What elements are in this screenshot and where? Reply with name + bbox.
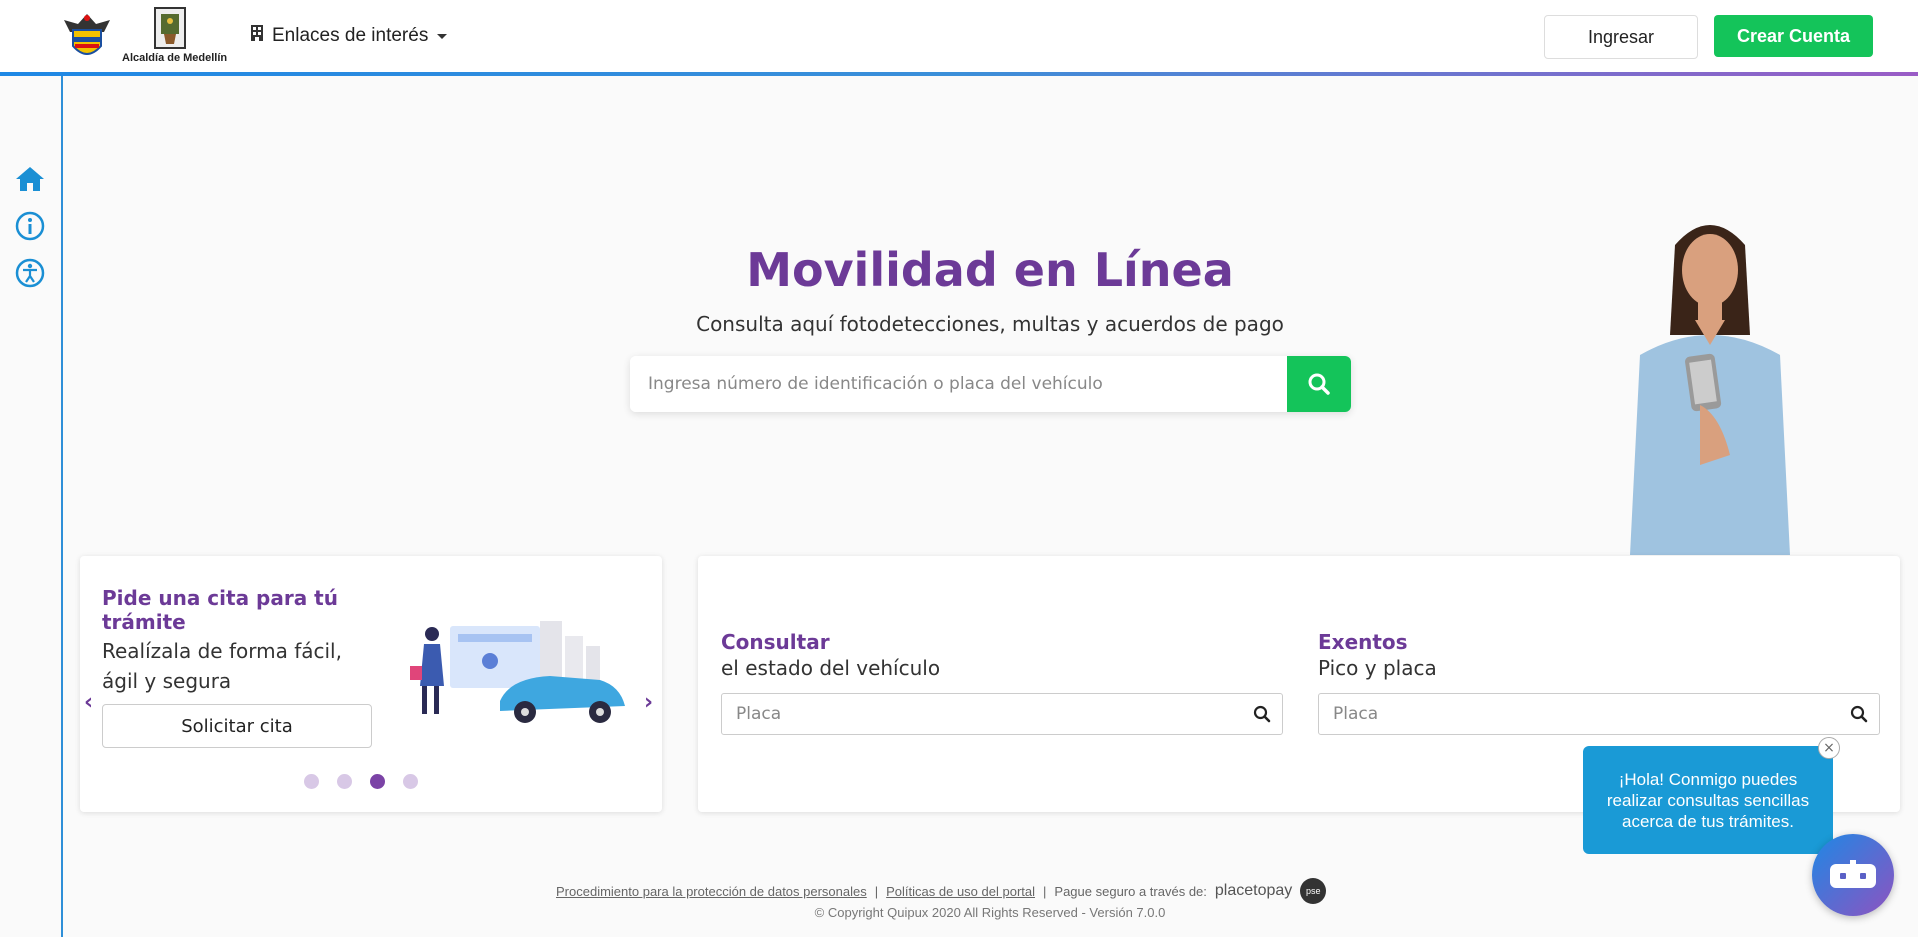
carousel-dot-4[interactable]	[403, 774, 418, 789]
medellin-logo-text: Alcaldía de Medellín	[122, 52, 228, 64]
woman-with-phone-image	[1610, 205, 1810, 555]
caret-down-icon	[436, 25, 448, 47]
links-menu-label: Enlaces de interés	[272, 25, 429, 46]
carousel-dot-1[interactable]	[304, 774, 319, 789]
chatbot-button[interactable]	[1812, 834, 1894, 916]
search-icon[interactable]	[1839, 705, 1879, 723]
placetopay-logo: placetopay	[1214, 882, 1293, 899]
footer-separator: |	[874, 883, 879, 899]
pse-logo: pse	[1300, 878, 1327, 904]
top-navbar: Alcaldía de Medellín Enlaces de interés …	[0, 0, 1918, 72]
colombia-coat-of-arms-logo[interactable]	[58, 6, 116, 64]
main-search-button[interactable]	[1287, 356, 1351, 412]
footer-separator: |	[1043, 883, 1047, 899]
carousel-next-arrow[interactable]: ›	[644, 690, 653, 715]
sidebar-divider	[61, 76, 63, 937]
carousel-prev-arrow[interactable]: ‹	[84, 690, 93, 715]
search-icon[interactable]	[1242, 705, 1282, 723]
create-account-button[interactable]: Crear Cuenta	[1714, 15, 1873, 57]
exempt-title: Exentos	[1318, 630, 1408, 654]
appointment-card: Pide una cita para tú trámite Realízala …	[80, 556, 662, 812]
chatbot-greeting-bubble[interactable]: ¡Hola! Conmigo puedes realizar consultas…	[1583, 746, 1833, 854]
vehicle-plate-input[interactable]	[722, 704, 1242, 724]
carousel-dot-3-active[interactable]	[370, 774, 385, 789]
footer-links: Procedimiento para la protección de dato…	[556, 878, 1327, 904]
carousel-dot-2[interactable]	[337, 774, 352, 789]
appointment-description: Realízala de forma fácil, ágil y segura	[102, 639, 342, 693]
chat-close-button[interactable]: ×	[1818, 737, 1840, 759]
vehicle-plate-field	[721, 693, 1283, 735]
info-icon[interactable]	[14, 210, 46, 242]
main-search-bar	[630, 356, 1351, 412]
terms-of-use-link[interactable]: Políticas de uso del portal	[886, 884, 1035, 899]
robot-icon	[1830, 860, 1876, 888]
search-icon	[1308, 373, 1330, 395]
copyright-text: © Copyright Quipux 2020 All Rights Reser…	[814, 905, 1166, 920]
exempt-plate-input[interactable]	[1319, 704, 1839, 724]
vehicle-status-title: Consultar	[721, 630, 830, 654]
appointment-illustration	[400, 616, 640, 736]
main-search-input[interactable]	[630, 356, 1287, 412]
building-icon	[250, 24, 264, 48]
exempt-subtitle: Pico y placa	[1318, 656, 1437, 680]
carousel-indicators	[304, 774, 418, 789]
request-appointment-button[interactable]: Solicitar cita	[102, 704, 372, 748]
home-icon[interactable]	[14, 163, 46, 195]
appointment-title: Pide una cita para tú trámite	[102, 586, 338, 634]
exempt-plate-field	[1318, 693, 1880, 735]
login-button[interactable]: Ingresar	[1544, 15, 1698, 59]
links-of-interest-dropdown[interactable]: Enlaces de interés	[250, 24, 448, 48]
vehicle-status-subtitle: el estado del vehículo	[721, 656, 941, 680]
header-gradient-divider	[0, 72, 1918, 76]
secure-payment-text: Pague seguro a través de:	[1054, 883, 1207, 899]
privacy-policy-link[interactable]: Procedimiento para la protección de dato…	[556, 884, 867, 899]
